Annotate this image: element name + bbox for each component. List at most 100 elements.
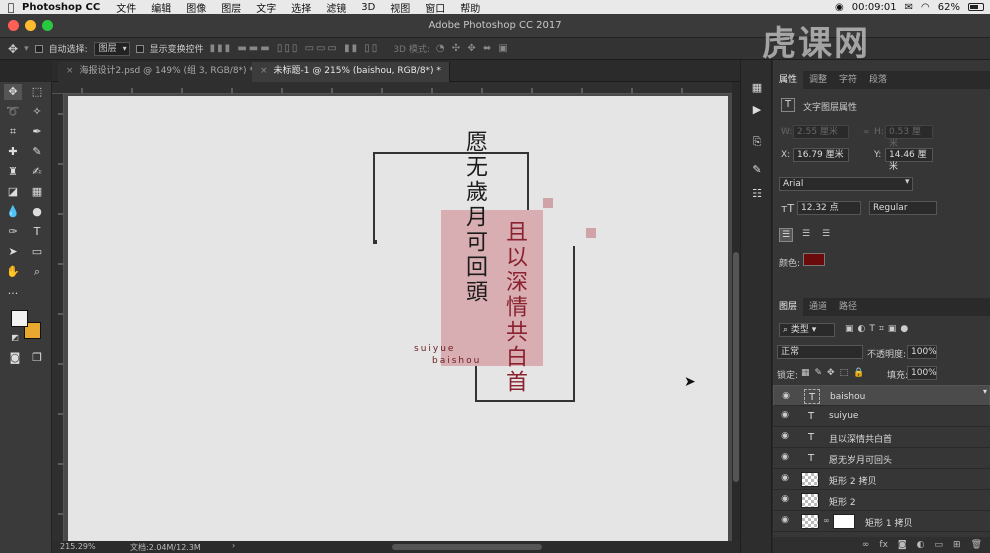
foreground-color-swatch[interactable] <box>11 310 28 327</box>
close-tab-icon[interactable]: × <box>66 66 74 76</box>
eye-icon[interactable]: ◉ <box>780 390 792 402</box>
menu-image[interactable]: 图像 <box>186 0 206 15</box>
screen-mode-icon[interactable]: ❐ <box>28 350 46 366</box>
layer-row-baishou[interactable]: ◉ T baishou <box>773 385 990 406</box>
y-field[interactable]: 14.46 厘米 <box>885 148 933 172</box>
crop-tool-icon[interactable]: ⌗ <box>4 124 22 140</box>
eye-icon[interactable]: ◉ <box>779 452 791 462</box>
tab-poster-design[interactable]: × 海报设计2.psd @ 149% (组 3, RGB/8*) * <box>58 62 263 82</box>
align-center-icon[interactable]: ☰ <box>799 228 813 242</box>
accent-square-2[interactable] <box>586 228 596 238</box>
clone-source-icon[interactable]: ⎘ <box>749 134 765 150</box>
adjustments-icon[interactable]: ☷ <box>749 186 765 202</box>
status-menu-arrow[interactable]: › <box>232 541 235 550</box>
move-tool-icon[interactable]: ✥ <box>4 84 22 100</box>
h-field[interactable]: 0.53 厘米 <box>885 125 933 149</box>
add-mask-icon[interactable]: ◙ <box>898 540 907 550</box>
record-icon[interactable]: ◉ <box>835 2 844 13</box>
fill-field[interactable]: 100% <box>907 366 937 380</box>
wifi-icon[interactable]: ◠ <box>921 2 930 13</box>
actions-play-icon[interactable]: ▶ <box>749 102 765 118</box>
canvas-horizontal-scrollbar[interactable] <box>392 544 542 550</box>
brush-settings-icon[interactable]: ✎ <box>749 162 765 178</box>
layer-mask-thumb[interactable] <box>833 514 855 529</box>
text-layer-suiyue[interactable]: suiyue <box>414 344 455 354</box>
tab-paragraph[interactable]: 段落 <box>863 71 893 89</box>
tab-channels[interactable]: 通道 <box>803 298 833 316</box>
stamp-tool-icon[interactable]: ♜ <box>4 164 22 180</box>
align-left-icon[interactable]: ☰ <box>779 228 793 242</box>
align-icons[interactable]: ▮▮▮ ▬▬▬ ▯▯▯ ▭▭▭ ▮▮ ▯▯ <box>210 43 380 54</box>
menu-filter[interactable]: 滤镜 <box>326 0 346 15</box>
history-brush-icon[interactable]: ✍ <box>28 164 46 180</box>
menu-file[interactable]: 文件 <box>116 0 136 15</box>
document-canvas[interactable]: 愿无歲月可回頭 且以深情共白首 suiyue baishou ➤ <box>68 96 728 541</box>
text-layer-baishou[interactable]: baishou <box>432 356 481 366</box>
auto-select-dropdown[interactable]: 图层 <box>93 41 130 56</box>
move-tool-icon[interactable]: ✥ <box>8 42 18 56</box>
menu-view[interactable]: 视图 <box>390 0 410 15</box>
auto-select-checkbox[interactable] <box>34 44 43 53</box>
show-transform-checkbox[interactable] <box>135 44 144 53</box>
magic-wand-icon[interactable]: ✧ <box>28 104 46 120</box>
type-tool-icon[interactable]: T <box>28 224 46 240</box>
layer-row-rect-1-copy[interactable]: ◉ ∞ 矩形 1 拷贝 <box>773 511 990 532</box>
canvas-vertical-scrollbar[interactable] <box>732 82 740 541</box>
scroll-thumb[interactable] <box>733 252 739 482</box>
apple-icon[interactable]:  <box>0 1 22 14</box>
tab-layers[interactable]: 图层 <box>773 298 804 316</box>
tool-preset-dropdown[interactable]: ▾ <box>24 44 29 54</box>
eye-icon[interactable]: ◉ <box>779 515 791 525</box>
default-colors-icon[interactable]: ◩ <box>6 330 24 346</box>
layer-row-yuan-wu[interactable]: ◉ T 愿无岁月可回头 <box>773 448 990 469</box>
zoom-tool-icon[interactable]: ⌕ <box>28 264 46 280</box>
tab-untitled-1[interactable]: × 未标题-1 @ 215% (baishou, RGB/8*) * <box>252 62 450 82</box>
layer-row-qie-yi[interactable]: ◉ T 且以深情共白首 <box>773 427 990 448</box>
layer-row-suiyue[interactable]: ◉ T suiyue <box>773 406 990 427</box>
path-select-icon[interactable]: ➤ <box>4 244 22 260</box>
font-size-dropdown[interactable]: 12.32 点 <box>797 201 861 215</box>
layer-filter-dropdown[interactable]: ⌕ 类型 ▾ <box>779 323 835 337</box>
pen-tool-icon[interactable]: ✑ <box>4 224 22 240</box>
3d-mode-icons[interactable]: ◔ ✣ ✥ ⬌ ▣ <box>436 43 510 54</box>
menu-type[interactable]: 文字 <box>256 0 276 15</box>
text-color-swatch[interactable] <box>803 253 825 266</box>
layer-filter-icons[interactable]: ▣◐T⌗▣● <box>845 324 912 334</box>
layer-row-rect-2[interactable]: ◉ 矩形 2 <box>773 490 990 511</box>
align-right-icon[interactable]: ☰ <box>819 228 833 242</box>
blend-mode-dropdown[interactable]: 正常 <box>777 345 863 359</box>
eyedropper-icon[interactable]: ✒ <box>28 124 46 140</box>
link-icon[interactable]: ∞ <box>863 127 870 136</box>
tab-character[interactable]: 字符 <box>833 71 863 89</box>
layer-row-rect-2-copy[interactable]: ◉ 矩形 2 拷贝 <box>773 469 990 490</box>
lasso-tool-icon[interactable]: ➰ <box>4 104 22 120</box>
text-layer-yuan-wu-sui-yue[interactable]: 愿无歲月可回頭 <box>458 130 490 305</box>
blur-tool-icon[interactable]: 💧 <box>4 204 22 220</box>
adjustment-layer-icon[interactable]: ◐ <box>917 540 925 550</box>
link-layers-icon[interactable]: ∞ <box>862 540 870 550</box>
tab-properties[interactable]: 属性 <box>773 71 804 89</box>
menu-window[interactable]: 窗口 <box>425 0 445 15</box>
w-field[interactable]: 2.55 厘米 <box>793 125 849 139</box>
lock-icons[interactable]: ▦✎✥⬚🔒 <box>801 368 869 378</box>
eye-icon[interactable]: ◉ <box>779 431 791 441</box>
hand-tool-icon[interactable]: ✋ <box>4 264 22 280</box>
rectangle-tool-icon[interactable]: ▭ <box>28 244 46 260</box>
healing-brush-icon[interactable]: ✚ <box>4 144 22 160</box>
app-menu[interactable]: Photoshop CC <box>22 2 100 13</box>
accent-square-1[interactable] <box>543 198 553 208</box>
font-style-dropdown[interactable]: Regular <box>869 201 937 215</box>
history-panel-icon[interactable]: ▦ <box>749 80 765 96</box>
dodge-tool-icon[interactable]: ● <box>28 204 46 220</box>
font-family-dropdown[interactable]: Arial <box>779 177 913 191</box>
zoom-level[interactable]: 215.29% <box>60 542 96 551</box>
fx-icon[interactable]: fx <box>879 540 888 550</box>
menu-edit[interactable]: 编辑 <box>151 0 171 15</box>
tab-paths[interactable]: 路径 <box>833 298 863 316</box>
eye-icon[interactable]: ◉ <box>779 473 791 483</box>
eraser-tool-icon[interactable]: ◪ <box>4 184 22 200</box>
gradient-tool-icon[interactable]: ▦ <box>28 184 46 200</box>
menu-help[interactable]: 帮助 <box>460 0 480 15</box>
wechat-icon[interactable]: ✉ <box>905 2 913 13</box>
close-tab-icon[interactable]: × <box>260 66 268 76</box>
